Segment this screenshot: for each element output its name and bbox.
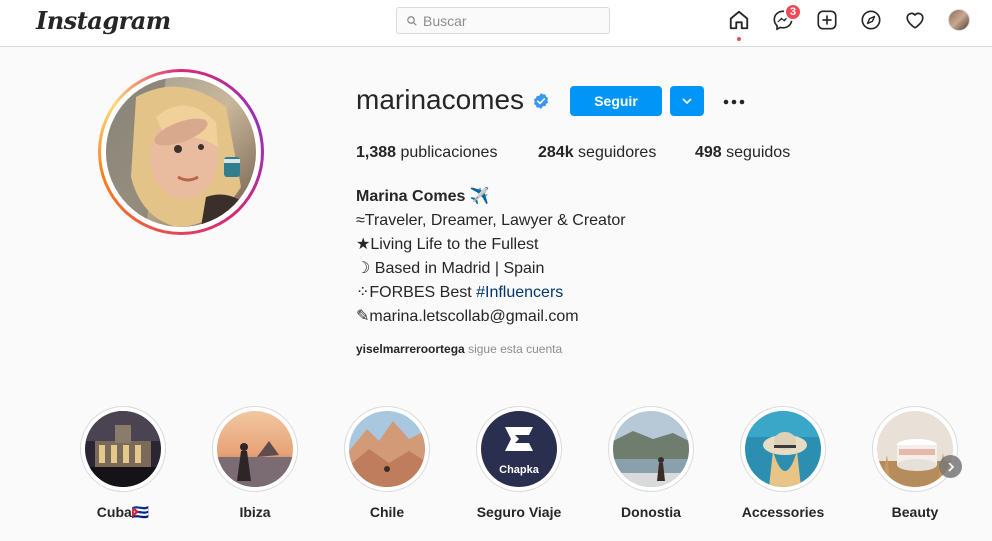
messages-badge: 3: [784, 3, 802, 21]
bio-email-line: ✎marina.letscollab@gmail.com: [356, 308, 579, 325]
highlight-label: Cuba🇨🇺: [96, 504, 150, 520]
story-highlight[interactable]: Cuba🇨🇺: [80, 406, 166, 520]
instagram-logo[interactable]: Instagram: [36, 6, 171, 35]
suggested-accounts-dropdown-button[interactable]: [670, 86, 704, 116]
highlight-label: Seguro Viaje: [476, 504, 562, 520]
followed-by-text: yiselmarreroortega sigue esta cuenta: [356, 342, 563, 356]
search-box[interactable]: [396, 7, 610, 34]
bio-line: ☽ Based in Madrid | Spain: [356, 260, 545, 277]
story-highlight[interactable]: Beauty: [872, 406, 958, 520]
profile-avatar[interactable]: [948, 9, 970, 31]
followed-by-username-link[interactable]: yiselmarreroortega: [356, 342, 465, 356]
highlight-cover-image: [217, 411, 293, 487]
story-highlight[interactable]: Chapka Seguro Viaje: [476, 406, 562, 520]
chevron-right-icon: [947, 461, 954, 472]
profile-bio: Marina Comes ✈️ ≈Traveler, Dreamer, Lawy…: [356, 185, 626, 329]
highlight-cover-image: [745, 411, 821, 487]
followers-count[interactable]: 284k seguidores: [538, 144, 656, 162]
story-highlight[interactable]: Accessories: [740, 406, 826, 520]
chapka-logo-text: Chapka: [499, 464, 539, 476]
highlight-cover-image: [85, 411, 161, 487]
highlight-label: Ibiza: [239, 504, 271, 520]
explore-icon[interactable]: [859, 8, 883, 32]
following-count[interactable]: 498 seguidos: [695, 144, 790, 162]
bio-line: ⁘FORBES Best #Influencers: [356, 284, 564, 301]
activity-heart-icon[interactable]: [903, 8, 927, 32]
bio-line: ★Living Life to the Fullest: [356, 236, 539, 253]
home-active-dot: [737, 37, 741, 41]
story-highlight[interactable]: Donostia: [608, 406, 694, 520]
verified-badge-icon: [532, 92, 550, 110]
highlight-cover-image: Chapka: [481, 411, 557, 487]
highlight-cover-image: [613, 411, 689, 487]
highlight-label: Accessories: [741, 504, 825, 520]
highlight-label: Chile: [369, 504, 405, 520]
posts-count: 1,388 publicaciones: [356, 144, 498, 161]
top-navigation-bar: Instagram 3: [0, 0, 992, 47]
profile-picture[interactable]: [106, 77, 256, 227]
highlights-next-button[interactable]: [939, 455, 962, 478]
search-icon: [407, 15, 417, 26]
influencers-hashtag-link[interactable]: #Influencers: [476, 284, 563, 301]
search-input[interactable]: [423, 12, 593, 29]
chevron-down-icon: [682, 98, 692, 104]
profile-username: marinacomes: [356, 84, 525, 115]
profile-picture-ring: [98, 69, 264, 235]
highlight-cover-image: [877, 411, 953, 487]
highlight-cover-image: [349, 411, 425, 487]
profile-full-name: Marina Comes ✈️: [356, 188, 490, 205]
bio-line: ≈Traveler, Dreamer, Lawyer & Creator: [356, 212, 626, 229]
highlight-label: Donostia: [621, 504, 681, 520]
story-highlight[interactable]: Chile: [344, 406, 430, 520]
highlight-label: Beauty: [891, 504, 939, 520]
more-options-icon[interactable]: [722, 90, 746, 114]
home-icon[interactable]: [727, 8, 751, 32]
story-highlight[interactable]: Ibiza: [212, 406, 298, 520]
new-post-icon[interactable]: [815, 8, 839, 32]
follow-button[interactable]: Seguir: [570, 86, 662, 116]
